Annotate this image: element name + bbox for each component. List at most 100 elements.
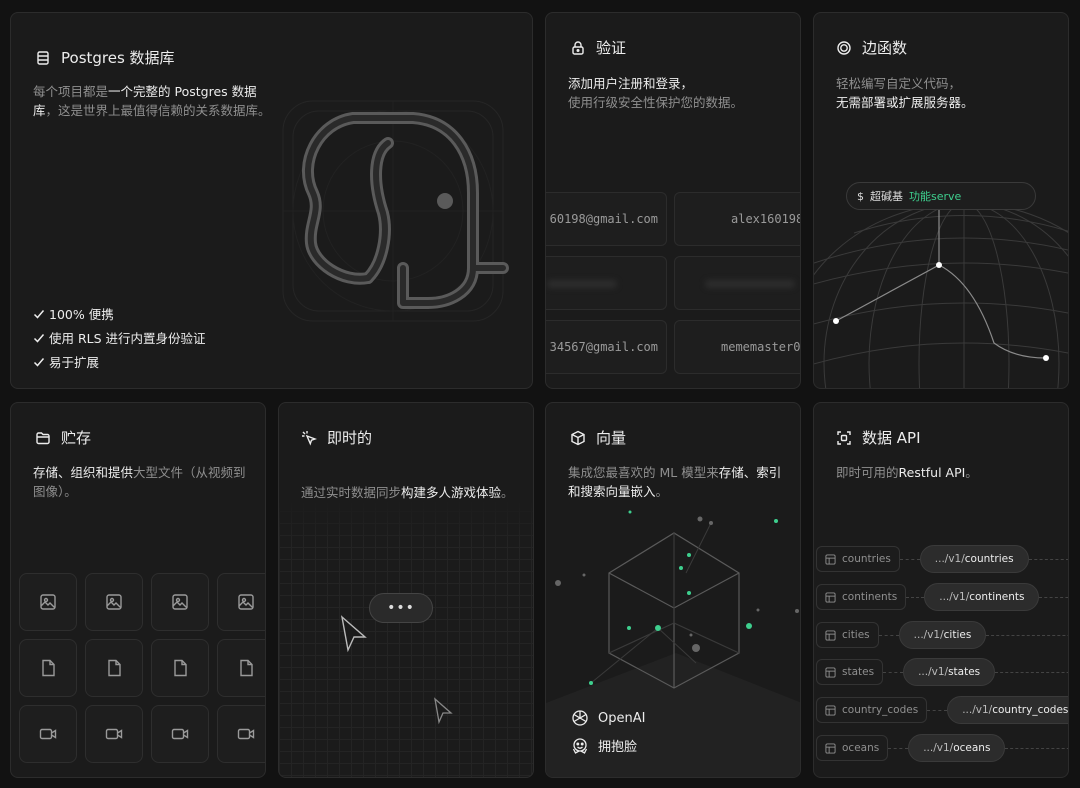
table-icon xyxy=(825,553,836,565)
feature-item: 100% 便携 xyxy=(33,304,206,323)
api-endpoint-pill[interactable]: .../v1/states xyxy=(903,658,996,686)
api-endpoint-prefix: .../v1/ xyxy=(913,629,944,641)
email-cell: alex160198 xyxy=(674,192,800,246)
realtime-card[interactable]: 即时的 通过实时数据同步构建多人游戏体验。 ••• xyxy=(278,402,534,778)
storage-desc: 存储、组织和提供大型文件（从视频到图像）。 xyxy=(33,463,253,501)
edge-functions-card[interactable]: 边函数 轻松编写自定义代码， 无需部署或扩展服务器。 $ 超碱基 功能serve xyxy=(813,12,1069,389)
auth-desc: 添加用户注册和登录， 使用行级安全性保护您的数据。 xyxy=(568,74,788,112)
api-endpoint-pill[interactable]: .../v1/cities xyxy=(898,621,987,649)
hugging-face-icon xyxy=(572,737,588,754)
feature-item: 易于扩展 xyxy=(33,352,206,371)
storage-title: 贮存 xyxy=(35,427,91,448)
file-icon xyxy=(42,659,55,677)
image-icon xyxy=(106,594,122,610)
storage-card[interactable]: 贮存 存储、组织和提供大型文件（从视频到图像）。 xyxy=(10,402,266,778)
api-endpoint-pill[interactable]: .../v1/countries xyxy=(919,545,1029,573)
realtime-desc-em: 构建多人游戏体验 xyxy=(401,485,502,500)
table-icon xyxy=(825,666,836,678)
email-cell: 60198@gmail.com xyxy=(546,192,667,246)
edge-title: 边函数 xyxy=(836,37,907,58)
vector-desc-post: 。 xyxy=(655,484,669,499)
api-table-chip[interactable]: country_codes xyxy=(816,697,928,723)
auth-card[interactable]: 验证 添加用户注册和登录， 使用行级安全性保护您的数据。 60198@gmail… xyxy=(545,12,801,389)
api-table-chip[interactable]: oceans xyxy=(816,735,889,761)
file-thumb[interactable] xyxy=(19,639,77,697)
api-table-chip[interactable]: countries xyxy=(816,546,900,572)
email-cell: mememaster0 xyxy=(674,320,800,374)
api-desc-post: 。 xyxy=(965,465,978,480)
api-endpoint-row: countries .../v1/countries xyxy=(814,544,1068,574)
vector-desc: 集成您最喜欢的 ML 模型来存储、索引和搜索向量嵌入。 xyxy=(568,463,790,501)
api-endpoint-pill[interactable]: .../v1/country_codes xyxy=(947,696,1068,724)
api-table-chip[interactable]: cities xyxy=(816,622,879,648)
image-icon xyxy=(238,594,254,610)
api-endpoint-prefix: .../v1/ xyxy=(918,666,949,678)
table-icon xyxy=(825,742,836,754)
postgres-card[interactable]: Postgres 数据库 每个项目都是一个完整的 Postgres 数据库，这是… xyxy=(10,12,533,389)
cursor-icon xyxy=(434,697,453,725)
api-table-name: continents xyxy=(842,591,898,603)
api-desc-pre: 即时可用的 xyxy=(836,465,899,480)
api-endpoint-path: states xyxy=(948,666,981,678)
cube-icon xyxy=(571,430,585,445)
chat-bubble: ••• xyxy=(369,593,433,623)
api-title-text: 数据 API xyxy=(862,429,921,447)
video-icon xyxy=(237,728,255,740)
api-endpoint-row: country_codes .../v1/country_codes xyxy=(814,695,1068,725)
email-text: 34567@gmail.com xyxy=(549,340,658,354)
api-endpoint-prefix: .../v1/ xyxy=(923,742,954,754)
api-table-name: cities xyxy=(842,629,870,641)
api-table-name: countries xyxy=(842,553,891,565)
check-icon xyxy=(33,333,45,343)
realtime-desc: 通过实时数据同步构建多人游戏体验。 xyxy=(301,483,521,502)
provider-label: OpenAI xyxy=(598,710,646,726)
video-thumb[interactable] xyxy=(151,705,209,763)
feature-label: 100% 便携 xyxy=(49,307,114,322)
provider-huggingface[interactable]: 拥抱脸 xyxy=(571,736,637,755)
api-endpoint-path: oceans xyxy=(953,742,991,754)
postgres-title: Postgres 数据库 xyxy=(35,47,175,68)
edge-desc-line2: 无需部署或扩展服务器。 xyxy=(836,95,974,110)
vector-card[interactable]: 向量 集成您最喜欢的 ML 模型来存储、索引和搜索向量嵌入。 OpenAI 拥抱… xyxy=(545,402,801,778)
api-endpoint-pill[interactable]: .../v1/oceans xyxy=(908,734,1006,762)
image-icon xyxy=(40,594,56,610)
data-api-card[interactable]: 数据 API 即时可用的Restful API。 countries .../v… xyxy=(813,402,1069,778)
api-table-name: country_codes xyxy=(842,704,919,716)
email-cell: 34567@gmail.com xyxy=(546,320,667,374)
video-thumb[interactable] xyxy=(217,705,265,763)
file-thumb[interactable] xyxy=(217,639,265,697)
file-icon xyxy=(108,659,121,677)
realtime-title-text: 即时的 xyxy=(327,429,373,447)
api-desc: 即时可用的Restful API。 xyxy=(836,463,1056,482)
storage-title-text: 贮存 xyxy=(61,429,92,447)
provider-openai[interactable]: OpenAI xyxy=(571,709,645,727)
edge-desc-line1: 轻松编写自定义代码， xyxy=(836,76,962,91)
api-brackets-icon xyxy=(837,430,851,445)
edge-desc: 轻松编写自定义代码， 无需部署或扩展服务器。 xyxy=(836,74,1056,112)
lock-icon xyxy=(572,40,584,55)
realtime-title: 即时的 xyxy=(301,427,372,448)
file-thumb[interactable] xyxy=(85,639,143,697)
email-text: 60198@gmail.com xyxy=(549,212,658,226)
image-thumb[interactable] xyxy=(85,573,143,631)
file-thumb[interactable] xyxy=(151,639,209,697)
api-table-chip[interactable]: continents xyxy=(816,584,907,610)
api-endpoint-prefix: .../v1/ xyxy=(939,591,970,603)
postgres-desc: 每个项目都是一个完整的 Postgres 数据库，这是世界上最值得信赖的关系数据… xyxy=(33,82,273,120)
realtime-desc-pre: 通过实时数据同步 xyxy=(301,485,402,500)
video-thumb[interactable] xyxy=(19,705,77,763)
image-thumb[interactable] xyxy=(217,573,265,631)
api-endpoint-pill[interactable]: .../v1/continents xyxy=(924,583,1040,611)
auth-title: 验证 xyxy=(570,37,626,58)
image-thumb[interactable] xyxy=(151,573,209,631)
video-icon xyxy=(39,728,57,740)
postgres-feature-list: 100% 便携 使用 RLS 进行内置身份验证 易于扩展 xyxy=(33,304,206,376)
table-icon xyxy=(825,704,836,716)
image-thumb[interactable] xyxy=(19,573,77,631)
table-icon xyxy=(825,591,836,603)
postgres-desc-post: ，这是世界上最值得信赖的关系数据库。 xyxy=(45,103,271,118)
api-table-chip[interactable]: states xyxy=(816,659,884,685)
check-icon xyxy=(33,309,45,319)
video-thumb[interactable] xyxy=(85,705,143,763)
api-endpoint-row: cities .../v1/cities xyxy=(814,620,1068,650)
